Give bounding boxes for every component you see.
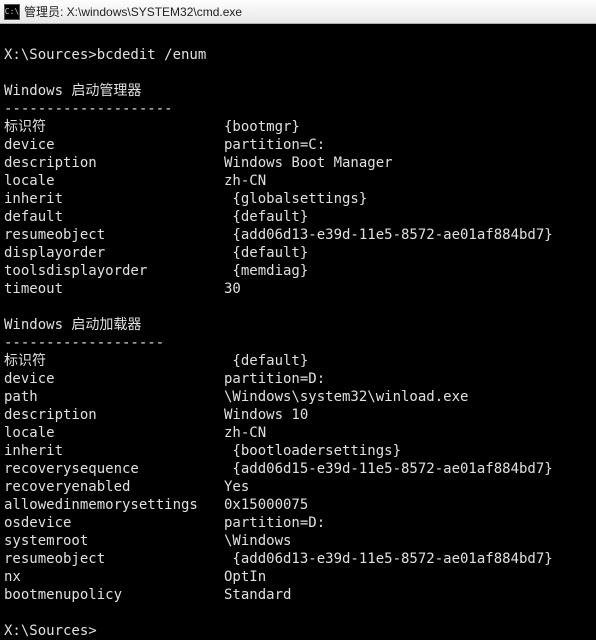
divider: -------------------: [4, 334, 596, 352]
entry-key: 标识符: [4, 352, 224, 370]
entry-key: recoverysequence: [4, 460, 224, 478]
entry-key: description: [4, 406, 224, 424]
entry-value: 0x15000075: [224, 496, 308, 514]
entry-key: resumeobject: [4, 226, 224, 244]
entry-key: inherit: [4, 442, 224, 460]
entry-value: \Windows\system32\winload.exe: [224, 388, 468, 406]
entry-value: {add06d13-e39d-11e5-8572-ae01af884bd7}: [224, 550, 553, 568]
entry-value: {bootloadersettings}: [224, 442, 401, 460]
entry-key: timeout: [4, 280, 224, 298]
entry-value: zh-CN: [224, 172, 266, 190]
cmd-icon: C:\: [4, 4, 20, 20]
terminal-output[interactable]: X:\Sources>bcdedit /enum Windows 启动管理器 -…: [0, 24, 596, 640]
entry-value: Windows 10: [224, 406, 308, 424]
bcd-entry: devicepartition=C:: [4, 136, 596, 154]
prompt-line: X:\Sources>: [4, 622, 596, 640]
entry-value: \Windows: [224, 532, 291, 550]
bcd-entry: devicepartition=D:: [4, 370, 596, 388]
bcd-entry: default {default}: [4, 208, 596, 226]
entry-value: partition=D:: [224, 514, 325, 532]
entry-key: locale: [4, 424, 224, 442]
entry-value: {bootmgr}: [224, 118, 300, 136]
bcd-entry: bootmenupolicyStandard: [4, 586, 596, 604]
bcd-entry: nxOptIn: [4, 568, 596, 586]
entry-key: recoveryenabled: [4, 478, 224, 496]
entry-key: allowedinmemorysettings: [4, 496, 224, 514]
entry-key: inherit: [4, 190, 224, 208]
entry-value: partition=D:: [224, 370, 325, 388]
entry-value: {add06d13-e39d-11e5-8572-ae01af884bd7}: [224, 226, 553, 244]
window-titlebar[interactable]: C:\ 管理员: X:\windows\SYSTEM32\cmd.exe: [0, 0, 596, 24]
section-title: Windows 启动管理器: [4, 82, 596, 100]
bcd-entry: recoveryenabledYes: [4, 478, 596, 496]
entry-key: description: [4, 154, 224, 172]
entry-key: toolsdisplayorder: [4, 262, 224, 280]
bcd-entry: 标识符{bootmgr}: [4, 118, 596, 136]
entry-key: device: [4, 136, 224, 154]
entry-value: 30: [224, 280, 241, 298]
bcd-entry: 标识符 {default}: [4, 352, 596, 370]
bcd-entry: displayorder {default}: [4, 244, 596, 262]
bcd-entry: localezh-CN: [4, 424, 596, 442]
window-title: 管理员: X:\windows\SYSTEM32\cmd.exe: [24, 3, 242, 20]
entry-value: Windows Boot Manager: [224, 154, 393, 172]
entry-value: {globalsettings}: [224, 190, 367, 208]
entry-value: {default}: [224, 208, 308, 226]
bcd-entry: osdevicepartition=D:: [4, 514, 596, 532]
bcd-entry: allowedinmemorysettings0x15000075: [4, 496, 596, 514]
section-title: Windows 启动加载器: [4, 316, 596, 334]
bcd-entry: systemroot\Windows: [4, 532, 596, 550]
entry-value: partition=C:: [224, 136, 325, 154]
entry-key: device: [4, 370, 224, 388]
entry-value: Standard: [224, 586, 291, 604]
bcd-entry: inherit {globalsettings}: [4, 190, 596, 208]
entry-value: {default}: [224, 352, 308, 370]
entry-key: osdevice: [4, 514, 224, 532]
entry-value: OptIn: [224, 568, 266, 586]
bcd-entry: toolsdisplayorder {memdiag}: [4, 262, 596, 280]
entry-value: zh-CN: [224, 424, 266, 442]
entry-key: path: [4, 388, 224, 406]
entry-value: {add06d15-e39d-11e5-8572-ae01af884bd7}: [224, 460, 553, 478]
bcd-entry: localezh-CN: [4, 172, 596, 190]
bcd-entry: resumeobject {add06d13-e39d-11e5-8572-ae…: [4, 226, 596, 244]
entry-key: bootmenupolicy: [4, 586, 224, 604]
entry-key: locale: [4, 172, 224, 190]
bcd-entry: recoverysequence {add06d15-e39d-11e5-857…: [4, 460, 596, 478]
bcd-entry: path\Windows\system32\winload.exe: [4, 388, 596, 406]
entry-value: {default}: [224, 244, 308, 262]
entry-key: nx: [4, 568, 224, 586]
entry-value: {memdiag}: [224, 262, 308, 280]
entry-key: displayorder: [4, 244, 224, 262]
bcd-entry: resumeobject {add06d13-e39d-11e5-8572-ae…: [4, 550, 596, 568]
entry-value: Yes: [224, 478, 249, 496]
bcd-entry: descriptionWindows 10: [4, 406, 596, 424]
entry-key: default: [4, 208, 224, 226]
bcd-entry: descriptionWindows Boot Manager: [4, 154, 596, 172]
entry-key: 标识符: [4, 118, 224, 136]
entry-key: systemroot: [4, 532, 224, 550]
entry-key: resumeobject: [4, 550, 224, 568]
bcd-entry: timeout30: [4, 280, 596, 298]
bcd-entry: inherit {bootloadersettings}: [4, 442, 596, 460]
prompt-line: X:\Sources>bcdedit /enum: [4, 46, 596, 64]
divider: --------------------: [4, 100, 596, 118]
